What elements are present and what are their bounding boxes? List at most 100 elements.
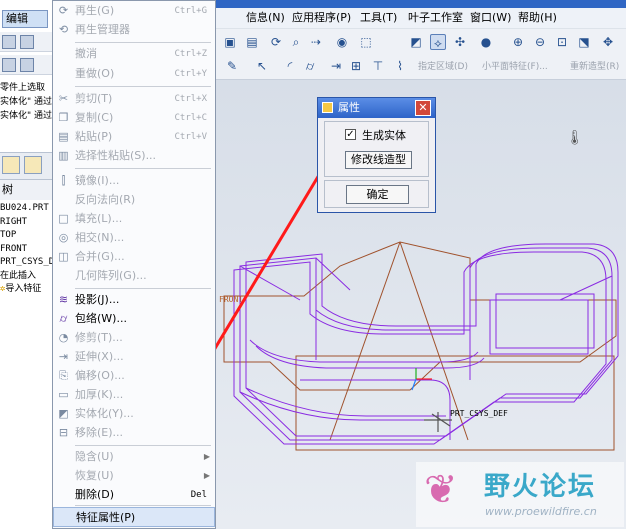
spin-center-icon[interactable]: ✣ [452, 34, 468, 50]
menu-item-label: 移除(E)... [75, 426, 124, 439]
facet-feature-label[interactable]: 小平面特征(F)... [482, 59, 548, 72]
menu-window[interactable]: 窗口(W) [470, 8, 511, 28]
cylinder-icon[interactable]: ⌭ [302, 58, 318, 74]
copy-icon[interactable]: ▣ [222, 34, 238, 50]
paste-icon[interactable]: ▤ [244, 34, 260, 50]
menu-separator [75, 42, 211, 43]
edit-menu-tab[interactable]: 编辑 [2, 10, 48, 28]
menu-applications[interactable]: 应用程序(P) [292, 8, 351, 28]
extend-icon: ⇥ [58, 350, 69, 363]
message-line: 实体化" 通过 [0, 111, 52, 121]
menu-item-redo[interactable]: 重做(O) Ctrl+Y [53, 64, 215, 84]
menu-item-suppress[interactable]: 隐含(U) ▶ [53, 447, 215, 467]
tree-item[interactable]: RIGHT [0, 216, 52, 230]
menu-item-label: 加厚(K)... [75, 388, 124, 401]
menu-item-mirror[interactable]: ⫿ 镜像(I)... [53, 171, 215, 191]
menu-item-reverse-normal[interactable]: 反向法向(R) [53, 190, 215, 210]
menu-tools[interactable]: 工具(T) [360, 8, 397, 28]
sketch-view-icon[interactable]: ◩ [408, 34, 424, 50]
menu-item-undo[interactable]: 撤消 Ctrl+Z [53, 44, 215, 64]
menu-item-resume[interactable]: 恢复(U) ▶ [53, 466, 215, 486]
insert-icon[interactable]: ⇥ [328, 58, 344, 74]
close-icon[interactable]: ✕ [415, 100, 431, 116]
tree-header[interactable]: 树 [0, 180, 52, 200]
model-tree: BU024.PRT RIGHT TOP FRONT PRT_CSYS_DI 在此… [0, 202, 52, 297]
tree-item[interactable]: TOP [0, 229, 52, 243]
menu-item-project[interactable]: ≋ 投影(J)... [53, 290, 215, 310]
menu-item-merge[interactable]: ◫ 合并(G)... [53, 247, 215, 267]
folder-browser-tab-icon[interactable] [24, 156, 42, 174]
menu-item-solidify[interactable]: ◩ 实体化(Y)... [53, 404, 215, 424]
menu-item-label: 相交(N)... [75, 231, 125, 244]
properties-dialog: 属性 ✕ ✓ 生成实体 修改线造型 确定 [317, 97, 436, 213]
zoom-in-icon[interactable]: ⊕ [510, 34, 526, 50]
menu-separator [75, 168, 211, 169]
tree-item[interactable]: FRONT [0, 243, 52, 257]
menu-item-label: 投影(J)... [75, 293, 120, 306]
menu-item-wrap[interactable]: ⌭ 包络(W)... [53, 309, 215, 329]
restyle-label[interactable]: 重新造型(R) [570, 59, 619, 72]
menu-item-regenerate[interactable]: ⟳ 再生(G) Ctrl+G [53, 1, 215, 21]
menu-item-label: 包络(W)... [75, 312, 127, 325]
menu-separator [75, 288, 211, 289]
ok-button[interactable]: 确定 [346, 185, 409, 204]
menu-item-delete[interactable]: 删除(D) Del [53, 485, 215, 505]
menu-item-trim[interactable]: ◔ 修剪(T)... [53, 328, 215, 348]
solid-checkbox[interactable]: ✓ [345, 129, 356, 140]
menu-item-cut[interactable]: ✂ 剪切(T) Ctrl+X [53, 89, 215, 109]
tree-item[interactable]: ✲导入特征 [0, 283, 52, 297]
menu-help[interactable]: 帮助(H) [518, 8, 557, 28]
regenerate-icon[interactable]: ⟳ [268, 34, 284, 50]
tree-header-label: 树 [2, 183, 13, 196]
intersect-icon: ◎ [58, 231, 69, 244]
menu-leaf-studio[interactable]: 叶子工作室 [408, 8, 463, 28]
reorient-icon[interactable]: ⬔ [576, 34, 592, 50]
specify-region-label[interactable]: 指定区域(D) [418, 59, 468, 72]
dialog-title: 属性 [338, 101, 360, 114]
select-box-icon[interactable]: ⬚ [358, 34, 374, 50]
menu-item-geometry-pattern[interactable]: 几何阵列(G)... [53, 266, 215, 286]
select-help-icon[interactable]: ↖ [254, 58, 270, 74]
tree-item[interactable]: 在此插入 [0, 270, 52, 284]
watermark-url: www.proewildfire.cn [485, 505, 597, 518]
model-tree-tab-icon[interactable] [2, 156, 20, 174]
distance-icon[interactable]: ⇢ [308, 34, 324, 50]
menu-item-thicken[interactable]: ▭ 加厚(K)... [53, 385, 215, 405]
tree-item[interactable]: BU024.PRT [0, 202, 52, 216]
menu-item-intersect[interactable]: ◎ 相交(N)... [53, 228, 215, 248]
menu-item-label: 反向法向(R) [75, 193, 136, 206]
menu-item-copy[interactable]: ❐ 复制(C) Ctrl+C [53, 108, 215, 128]
menu-item-fill[interactable]: □ 填充(L)... [53, 209, 215, 229]
menu-item-offset[interactable]: ⎘ 偏移(O)... [53, 366, 215, 386]
regenerate-icon: ⟳ [58, 4, 69, 17]
menu-item-label: 几何阵列(G)... [75, 269, 147, 282]
title-strip [216, 0, 626, 8]
menu-item-remove[interactable]: ⊟ 移除(E)... [53, 423, 215, 443]
modify-line-style-button[interactable]: 修改线造型 [345, 151, 412, 169]
menu-info[interactable]: 信息(N) [246, 8, 285, 28]
wrap-tool-icon[interactable]: ⌇ [392, 58, 408, 74]
arc-icon[interactable]: ◜ [282, 58, 298, 74]
shading-sphere-icon[interactable]: ● [478, 34, 494, 50]
cube-icon[interactable] [2, 58, 16, 72]
tree-item[interactable]: PRT_CSYS_DI [0, 256, 52, 270]
find-icon[interactable]: ⌕ [288, 34, 304, 50]
binoculars-icon[interactable]: ◉ [334, 34, 350, 50]
menu-item-feature-properties[interactable]: 特征属性(P) [53, 507, 215, 527]
menu-item-label: 填充(L)... [75, 212, 123, 225]
save-icon[interactable] [20, 35, 34, 49]
zoom-out-icon[interactable]: ⊖ [532, 34, 548, 50]
menu-item-paste-special[interactable]: ▥ 选择性粘贴(S)... [53, 146, 215, 166]
menu-item-regen-manager[interactable]: ⟲ 再生管理器 [53, 20, 215, 40]
folder-icon[interactable] [2, 35, 16, 49]
grid-icon[interactable]: ⊞ [348, 58, 364, 74]
datum-curve-icon[interactable]: ⟡ [430, 34, 446, 50]
menu-item-label: 合并(G)... [75, 250, 125, 263]
saved-views-icon[interactable]: ✥ [600, 34, 616, 50]
trim-tool-icon[interactable]: ⊤ [370, 58, 386, 74]
refit-icon[interactable]: ⊡ [554, 34, 570, 50]
menu-item-extend[interactable]: ⇥ 延伸(X)... [53, 347, 215, 367]
box-icon[interactable] [20, 58, 34, 72]
sketch-icon[interactable]: ✎ [224, 58, 240, 74]
menu-item-paste[interactable]: ▤ 粘贴(P) Ctrl+V [53, 127, 215, 147]
